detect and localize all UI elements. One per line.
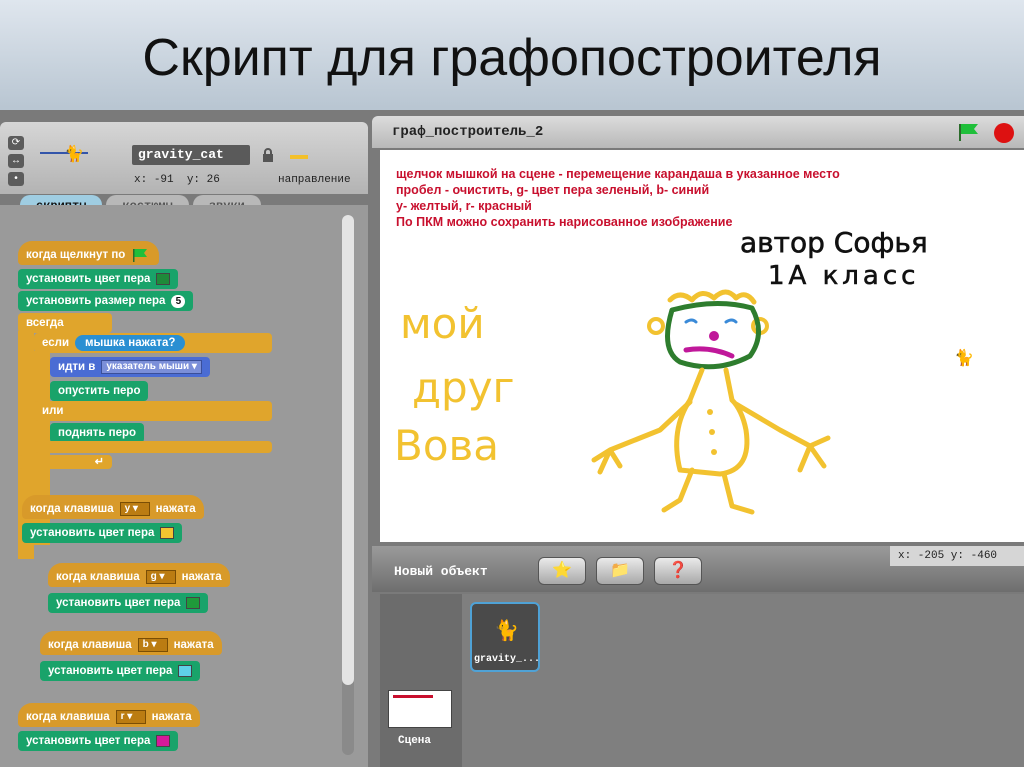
forever-end: ↵ — [18, 455, 112, 469]
stop-icon[interactable] — [994, 123, 1014, 143]
paint-new-sprite-button[interactable]: ⭐ — [538, 557, 586, 585]
else-label: или — [34, 401, 272, 421]
stage-drawing: автор Софья 1А класс мой друг Вова — [394, 226, 928, 515]
pen-down-block[interactable]: опустить перо — [50, 381, 149, 401]
color-swatch[interactable] — [156, 273, 171, 285]
color-swatch[interactable] — [186, 597, 201, 609]
if-else-end — [34, 441, 272, 453]
key-dropdown[interactable]: b ▾ — [137, 637, 168, 652]
left-right-icon[interactable]: ↔ — [8, 154, 24, 168]
pen-size-input[interactable]: 5 — [171, 294, 186, 308]
set-pen-color-block[interactable]: установить цвет пера — [22, 523, 183, 543]
stage-thumbnail[interactable] — [388, 690, 452, 728]
sprite-coords: x: -91 y: 26 — [134, 174, 220, 186]
set-pen-size-block[interactable]: установить размер пера 5 — [18, 291, 194, 311]
drawing-text-line1: мой — [400, 299, 485, 348]
sprite-direction-preview: 🐈 — [40, 146, 88, 172]
set-pen-color-block[interactable]: установить цвет пера — [48, 593, 209, 613]
random-sprite-icon: ❓ — [668, 562, 688, 579]
set-pen-color-block[interactable]: установить цвет пера — [18, 731, 179, 751]
rotate-all-around-icon[interactable]: ⟳ — [8, 136, 24, 150]
direction-indicator — [290, 155, 308, 159]
when-key-pressed-block[interactable]: когда клавиша b ▾ нажата — [40, 631, 222, 655]
drawing-author-text: автор Софья — [740, 226, 928, 259]
drawing-figure — [591, 289, 831, 515]
sprite-cat-icon[interactable]: 🐈 — [954, 348, 974, 368]
when-key-pressed-block[interactable]: когда клавиша r ▾ нажата — [18, 703, 200, 727]
set-pen-color-block[interactable]: установить цвет пера — [40, 661, 201, 681]
drawing-class-text: 1А класс — [768, 261, 919, 291]
when-flag-clicked-block[interactable]: когда щелкнут по — [18, 241, 160, 265]
green-flag-icon[interactable] — [956, 122, 982, 142]
scratch-window: ⟳ ↔ • 🐈 gravity_cat x: -91 y: 26 направл… — [0, 110, 1024, 767]
drawing-text-line3: Вова — [394, 421, 499, 470]
key-dropdown[interactable]: r ▾ — [115, 709, 146, 724]
color-swatch[interactable] — [178, 665, 193, 677]
scripts-area[interactable]: когда щелкнут по установить цвет пера ус… — [0, 205, 368, 767]
paint-new-sprite-icon: ⭐ — [552, 562, 572, 579]
slide-title: Скрипт для графопостроителя — [142, 29, 882, 87]
pen-up-block[interactable]: поднять перо — [50, 423, 145, 443]
no-rotate-icon[interactable]: • — [8, 172, 24, 186]
goto-target-dropdown[interactable]: указатель мыши ▾ — [101, 360, 202, 374]
green-flag-icon — [133, 248, 148, 262]
sprite-tile-label: gravity_... — [474, 654, 541, 665]
project-title: граф_построитель_2 — [392, 124, 544, 140]
key-dropdown[interactable]: y ▾ — [119, 501, 150, 516]
choose-sprite-button[interactable]: 📁 — [596, 557, 644, 585]
sprite-name-field[interactable]: gravity_cat — [132, 145, 250, 165]
direction-label: направление — [278, 174, 351, 186]
forever-block[interactable]: всегда — [18, 313, 112, 333]
when-key-pressed-block[interactable]: когда клавиша y ▾ нажата — [22, 495, 204, 519]
cat-icon: 🐈 — [494, 620, 519, 642]
goto-block[interactable]: идти в указатель мыши ▾ — [50, 357, 210, 377]
when-key-pressed-block[interactable]: когда клавиша g ▾ нажата — [48, 563, 230, 587]
random-sprite-button[interactable]: ❓ — [654, 557, 702, 585]
set-pen-color-block[interactable]: установить цвет пера — [18, 269, 179, 289]
cat-icon: 🐈 — [64, 146, 84, 163]
mouse-coords: x: -205 y: -460 — [890, 546, 1024, 566]
choose-sprite-icon: 📁 — [610, 562, 630, 579]
stage[interactable]: щелчок мышкой на сцене - перемещение кар… — [380, 150, 1024, 542]
sprite-header: ⟳ ↔ • 🐈 gravity_cat x: -91 y: 26 направл… — [0, 122, 368, 217]
new-object-label: Новый объект — [394, 564, 488, 579]
stage-header: граф_построитель_2 — [372, 116, 1024, 148]
if-else-block[interactable]: если мышка нажата? — [34, 333, 272, 353]
rotation-style-buttons: ⟳ ↔ • — [8, 136, 24, 190]
color-swatch[interactable] — [156, 735, 171, 747]
color-swatch[interactable] — [160, 527, 175, 539]
key-dropdown[interactable]: g ▾ — [145, 569, 176, 584]
mouse-down-sensor[interactable]: мышка нажата? — [75, 335, 186, 351]
lock-icon[interactable] — [262, 148, 274, 162]
scrollbar-thumb[interactable] — [342, 215, 354, 685]
stage-label: Сцена — [398, 735, 432, 747]
drawing-text-line2: друг — [412, 363, 515, 412]
sprite-tile-gravity-cat[interactable]: 🐈 gravity_... — [470, 602, 540, 672]
